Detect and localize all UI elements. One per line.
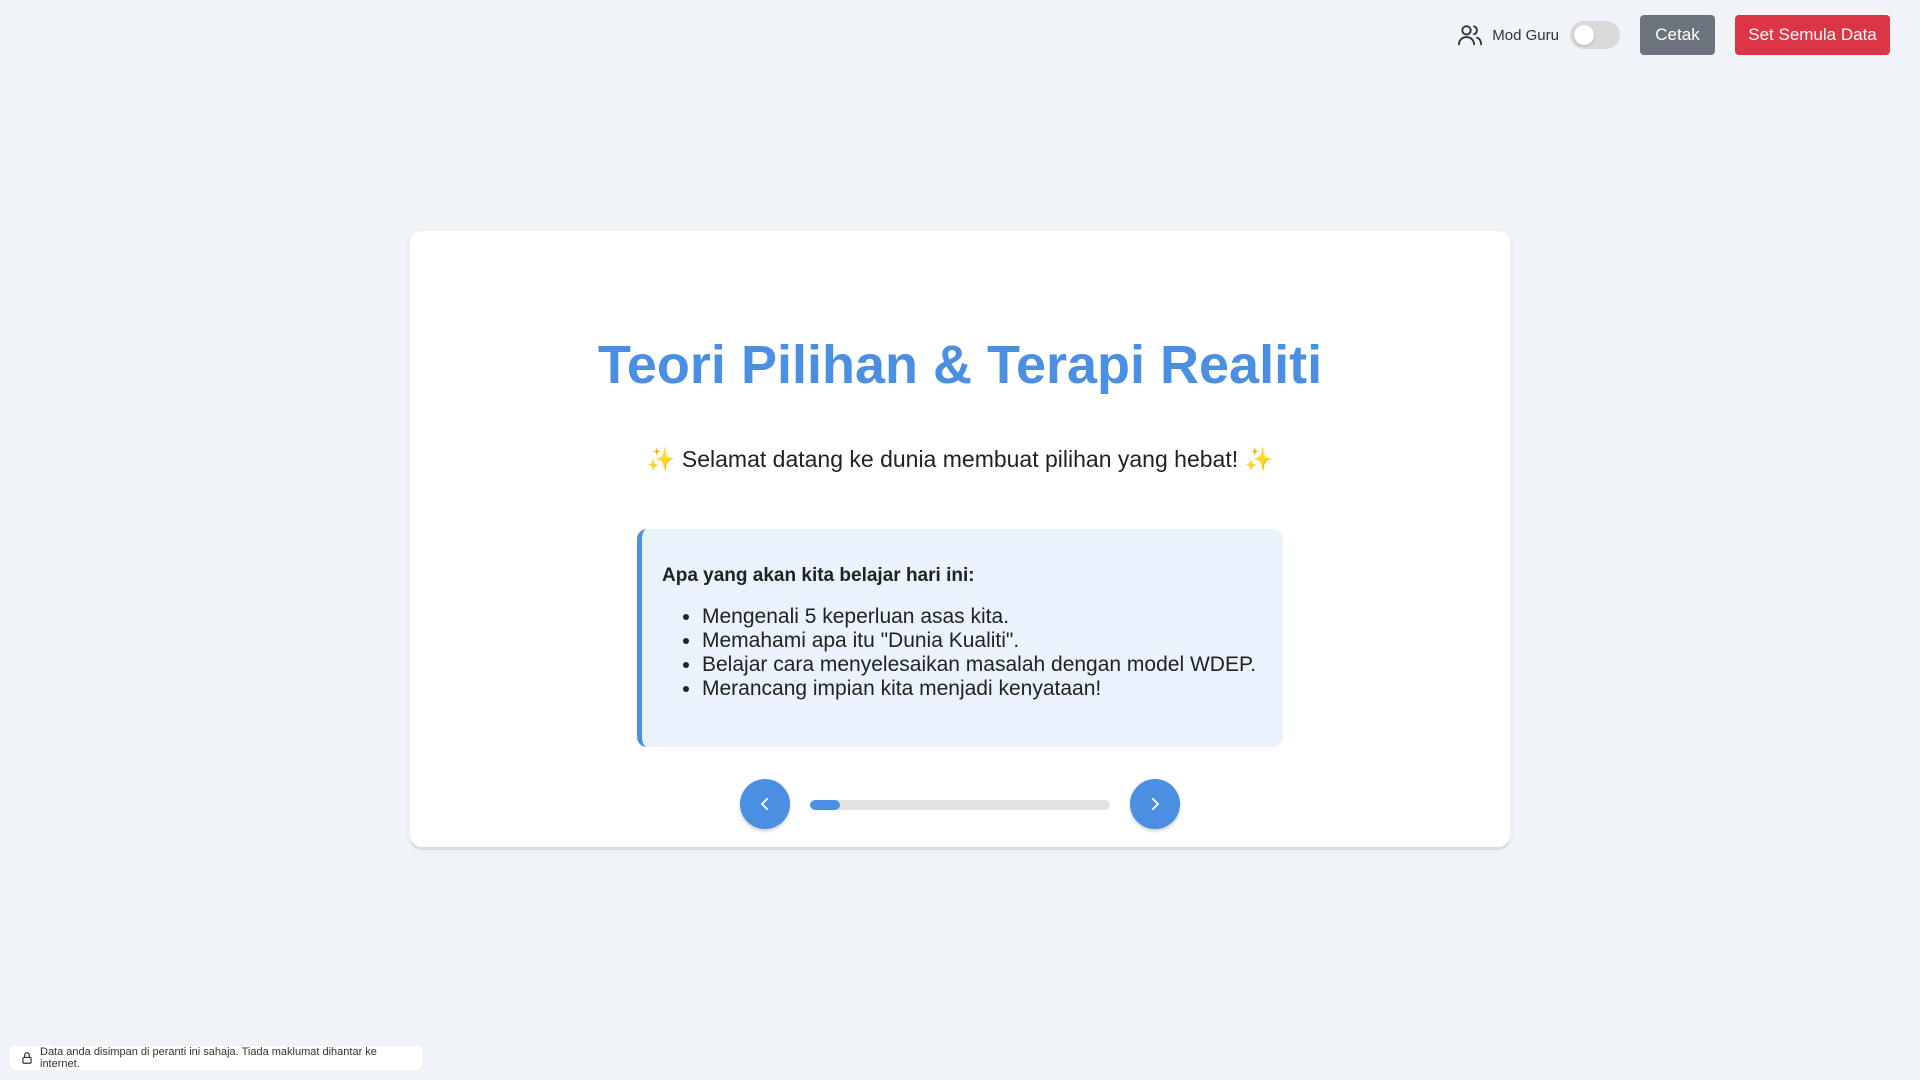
list-item: Mengenali 5 keperluan asas kita.	[702, 605, 1283, 629]
learning-objectives-box: Apa yang akan kita belajar hari ini: Men…	[637, 529, 1283, 747]
list-item: Memahami apa itu "Dunia Kualiti".	[702, 629, 1283, 653]
slide-title: Teori Pilihan & Terapi Realiti	[597, 335, 1323, 395]
teacher-mode-control: Mod Guru	[1456, 21, 1620, 49]
learning-objectives-list: Mengenali 5 keperluan asas kita. Memaham…	[662, 605, 1283, 701]
privacy-notice-text: Data anda disimpan di peranti ini sahaja…	[40, 1046, 377, 1070]
slide-card: Teori Pilihan & Terapi Realiti ✨ Selamat…	[410, 231, 1510, 847]
users-icon	[1456, 21, 1484, 49]
slide-progress-bar	[810, 800, 1110, 810]
top-toolbar: Mod Guru Cetak Set Semula Data	[1456, 15, 1890, 55]
toggle-knob	[1574, 25, 1594, 45]
reset-data-button[interactable]: Set Semula Data	[1735, 15, 1890, 55]
teacher-mode-label: Mod Guru	[1492, 26, 1559, 44]
print-button[interactable]: Cetak	[1640, 15, 1715, 55]
previous-slide-button[interactable]	[740, 779, 790, 829]
slide-progress-fill	[810, 800, 840, 810]
list-item: Merancang impian kita menjadi kenyataan!	[702, 677, 1283, 701]
next-slide-button[interactable]	[1130, 779, 1180, 829]
list-item: Belajar cara menyelesaikan masalah denga…	[702, 653, 1283, 677]
chevron-right-icon	[1146, 795, 1164, 813]
lock-icon	[20, 1051, 34, 1065]
teacher-mode-toggle[interactable]	[1570, 21, 1620, 49]
privacy-notice: Data anda disimpan di peranti ini sahaja…	[10, 1046, 422, 1070]
slide-subtitle: ✨ Selamat datang ke dunia membuat piliha…	[646, 446, 1274, 472]
learning-objectives-heading: Apa yang akan kita belajar hari ini:	[662, 565, 975, 586]
chevron-left-icon	[756, 795, 774, 813]
